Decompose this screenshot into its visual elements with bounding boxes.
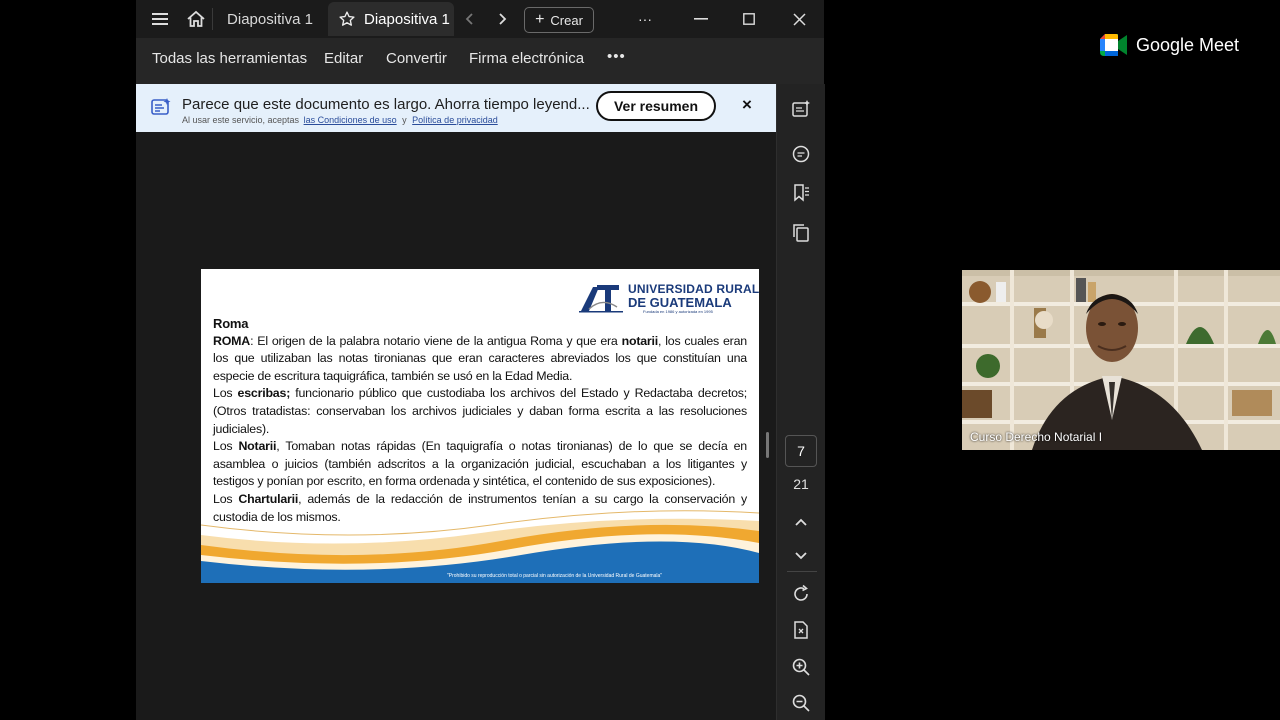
scrollbar-thumb[interactable] [766,432,769,458]
banner-sub-prefix: Al usar este servicio, aceptas [182,115,300,125]
pages-icon[interactable] [789,221,813,245]
current-page-input[interactable]: 7 [785,435,817,467]
ai-assistant-icon[interactable] [789,97,813,121]
logo-line-1: UNIVERSIDAD RURAL [628,282,759,296]
plus-icon: + [535,11,545,28]
maximize-icon[interactable] [736,0,762,38]
close-banner-icon[interactable]: × [742,95,752,115]
create-button[interactable]: + Crear [524,7,594,33]
slide-page: UNIVERSIDAD RURAL DE GUATEMALA Fundada e… [201,269,759,583]
slide-heading: Roma [213,316,249,331]
tab-label: Diapositiva 1 [227,10,313,28]
meet-brand-text: Google Meet [1136,34,1240,55]
menu-e-signature[interactable]: Firma electrónica [469,50,584,67]
divider [212,8,213,30]
bold-term: notarii [621,333,659,348]
terms-link[interactable]: las Condiciones de uso [304,115,397,125]
bold-term: Notarii [238,439,277,454]
menu-all-tools[interactable]: Todas las herramientas [152,50,307,67]
bookmark-icon[interactable] [789,181,813,205]
participant-name: Curso Derecho Notarial I [970,430,1103,444]
participant-video-tile[interactable]: Curso Derecho Notarial I [962,270,1280,450]
minimize-icon[interactable] [688,0,714,38]
comment-icon[interactable] [789,142,813,166]
page-fit-icon[interactable] [789,618,813,642]
banner-sub-and: y [402,115,407,125]
tab-diapositiva-1[interactable]: Diapositiva 1 [218,2,322,36]
university-seal-icon [579,285,623,313]
rotate-icon[interactable] [789,582,813,606]
paragraph-text: Los [213,491,239,506]
copyright-note: "Prohibido su reproducción total o parci… [447,573,663,579]
chevron-left-icon[interactable] [460,0,480,38]
participant-video-frame [962,270,1280,450]
more-tools-icon[interactable]: ••• [607,48,626,65]
paragraph-text: , Tomaban notas rápidas (En taquigrafía … [213,439,747,489]
zoom-out-icon[interactable] [789,691,813,715]
meet-icon [1100,34,1127,56]
total-pages: 21 [793,476,809,492]
bold-term: escribas; [237,386,291,401]
paragraph-roma: ROMA: El origen de la palabra notario vi… [213,333,747,386]
star-icon[interactable] [338,10,356,28]
create-label: Crear [550,12,583,28]
divider [787,571,817,572]
tab-label: Diapositiva 1 [364,10,450,28]
university-logo: UNIVERSIDAD RURAL DE GUATEMALA Fundada e… [577,281,759,315]
bold-term: ROMA [213,333,251,348]
view-summary-button[interactable]: Ver resumen [596,91,716,121]
chevron-right-icon[interactable] [492,0,512,38]
main-toolbar: Todas las herramientas Editar Convertir … [136,38,824,84]
zoom-in-icon[interactable] [789,655,813,679]
slide-text: Roma ROMA: El origen de la palabra notar… [213,315,747,526]
summary-banner: Parece que este documento es largo. Ahor… [136,84,776,132]
hamburger-menu-icon[interactable] [146,0,174,38]
paragraph-text: Los [213,386,238,401]
google-meet-logo: Google Meet [1100,34,1239,56]
bold-term: Chartularii [238,491,299,506]
paragraph-text: Los [213,439,239,454]
next-page-icon[interactable] [789,544,813,568]
previous-page-icon[interactable] [789,510,813,534]
close-window-icon[interactable] [786,0,812,38]
home-icon[interactable] [182,0,210,38]
banner-subtext: Al usar este servicio, aceptas las Condi… [182,115,498,125]
menu-convert[interactable]: Convertir [386,50,447,67]
privacy-link[interactable]: Política de privacidad [412,115,498,125]
tab-diapositiva-1-active[interactable]: Diapositiva 1 [328,2,454,36]
paragraph-text: : El origen de la palabra notario viene … [250,333,622,348]
menu-edit[interactable]: Editar [324,50,363,67]
paragraph-notarii: Los Notarii, Tomaban notas rápidas (En t… [213,438,747,491]
title-bar: Diapositiva 1 Diapositiva 1 + Crear ··· [136,0,824,38]
paragraph-text: funcionario público que custodiaba los a… [213,386,748,436]
decorative-waves [201,510,759,583]
logo-tagline: Fundada en 1986 y autorizada en 1995 [643,309,713,314]
banner-title: Parece que este documento es largo. Ahor… [182,96,590,113]
logo-line-2: DE GUATEMALA [628,295,732,310]
more-options-icon[interactable]: ··· [632,0,658,38]
paragraph-escribas: Los escribas; funcionario público que cu… [213,385,747,438]
ai-summary-icon [150,97,172,122]
right-toolbar: 7 21 [776,84,825,720]
